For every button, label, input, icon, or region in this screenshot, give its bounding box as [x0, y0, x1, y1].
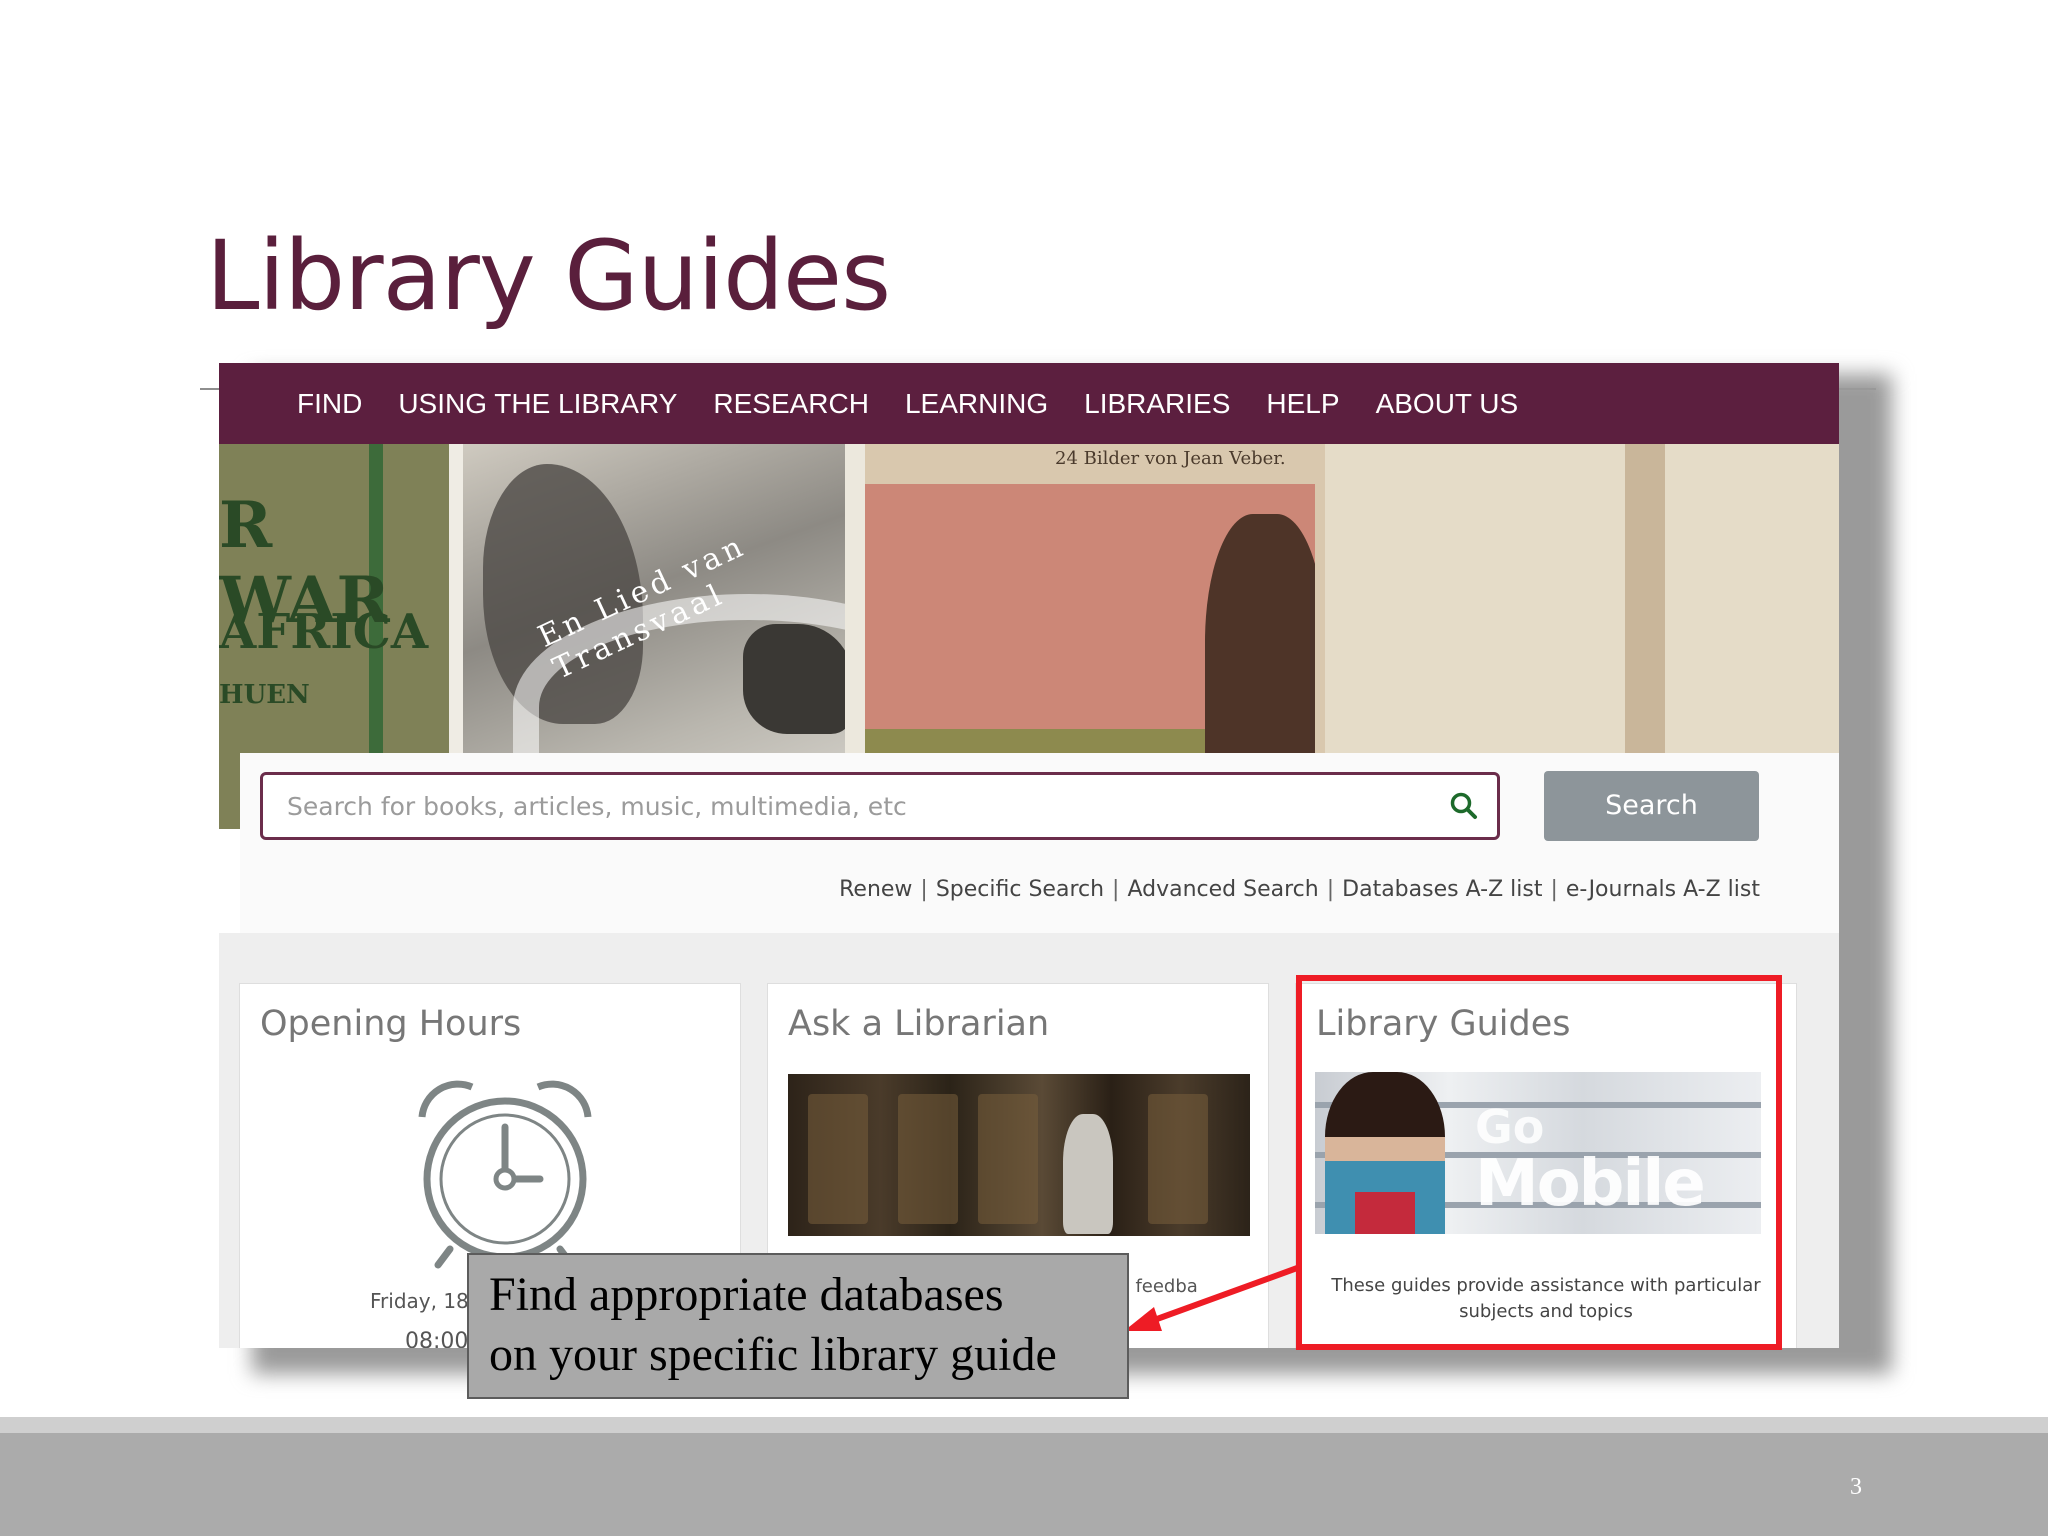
slide-footer-bar: [0, 1417, 2048, 1536]
card-title-opening-hours: Opening Hours: [260, 1004, 522, 1044]
quick-links: Renew | Specific Search | Advanced Search | Da…: [839, 877, 1760, 902]
card-title-ask-a-librarian: Ask a Librarian: [788, 1004, 1050, 1044]
banner-text-huen: HUEN: [219, 680, 310, 710]
opening-hours-time: 08:00: [405, 1329, 469, 1348]
link-renew[interactable]: Renew: [839, 877, 912, 902]
link-specific-search[interactable]: Specific Search: [936, 877, 1104, 902]
nav-item-using-the-library[interactable]: USING THE LIBRARY: [398, 388, 677, 420]
search-button[interactable]: Search: [1544, 771, 1759, 841]
nav-item-learning[interactable]: LEARNING: [905, 388, 1048, 420]
nav-item-research[interactable]: RESEARCH: [713, 388, 869, 420]
justice-statue: [1063, 1114, 1113, 1234]
link-ejournals-az[interactable]: e-Journals A-Z list: [1566, 877, 1760, 902]
nav-item-libraries[interactable]: LIBRARIES: [1084, 388, 1230, 420]
search-icon[interactable]: [1449, 791, 1479, 821]
banner-text-africa: AFRICA: [219, 604, 429, 660]
page-number: 3: [1850, 1474, 1862, 1500]
callout-line-1: Find appropriate databases: [489, 1268, 1004, 1321]
nav-item-find[interactable]: FIND: [297, 388, 362, 420]
alarm-clock-icon: [418, 1080, 592, 1269]
nav-item-help[interactable]: HELP: [1266, 388, 1339, 420]
callout-line-2: on your specific library guide: [489, 1328, 1057, 1381]
banner-text-jean-veber: 24 Bilder von Jean Veber.: [1055, 448, 1286, 469]
link-databases-az[interactable]: Databases A-Z list: [1342, 877, 1542, 902]
slide-title: Library Guides: [206, 220, 891, 332]
opening-hours-date: Friday, 18: [370, 1289, 469, 1313]
main-nav: FIND USING THE LIBRARY RESEARCH LEARNING…: [219, 363, 1839, 444]
search-placeholder: Search for books, articles, music, multi…: [287, 792, 907, 821]
callout-box: Find appropriate databases on your speci…: [467, 1253, 1129, 1399]
link-advanced-search[interactable]: Advanced Search: [1127, 877, 1318, 902]
highlight-box: [1296, 975, 1782, 1350]
law-books-image: [788, 1074, 1250, 1236]
nav-item-about-us[interactable]: ABOUT US: [1376, 388, 1519, 420]
red-arrow-icon: [1124, 1264, 1302, 1331]
search-input[interactable]: Search for books, articles, music, multi…: [260, 772, 1500, 840]
